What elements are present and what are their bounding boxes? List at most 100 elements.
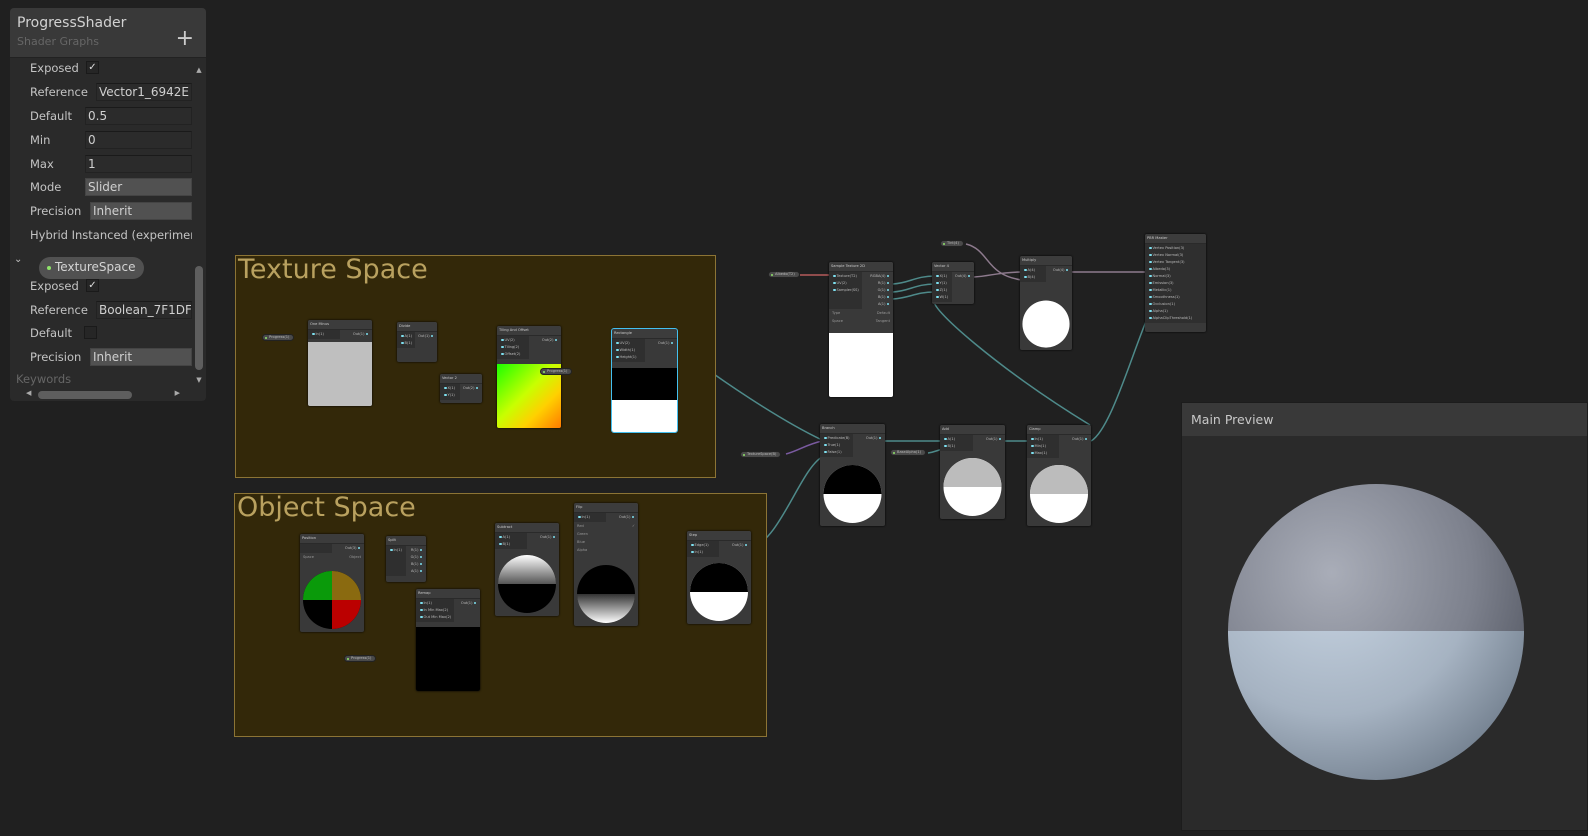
port-dot-icon[interactable] xyxy=(616,348,619,351)
input-port[interactable]: Occlusion(1) xyxy=(1145,301,1206,308)
port-dot-icon[interactable] xyxy=(444,386,447,389)
input-port[interactable]: In(1) xyxy=(308,331,340,338)
input-port[interactable]: A(1) xyxy=(397,333,415,340)
port-dot-icon[interactable] xyxy=(365,332,368,335)
reference-field[interactable]: Boolean_7F1DF xyxy=(96,301,192,319)
node-branch[interactable]: Branch Predicate(B) True(1) False(1) Out(1) xyxy=(820,424,885,526)
input-port[interactable]: B(1) xyxy=(940,443,973,450)
port-dot-icon[interactable] xyxy=(420,608,423,611)
property-node[interactable]: Progress(1) xyxy=(344,655,377,662)
option-value[interactable]: Tangent xyxy=(876,318,890,324)
port-dot-icon[interactable] xyxy=(833,274,836,277)
reference-field[interactable]: Vector1_6942E xyxy=(96,83,192,101)
input-port[interactable]: Metallic(1) xyxy=(1145,287,1206,294)
node-vector2[interactable]: Vector 2 X(1) Y(1) Out(2) xyxy=(440,374,482,403)
port-dot-icon[interactable] xyxy=(1149,260,1152,263)
input-port[interactable]: Albedo(3) xyxy=(1145,266,1206,273)
hybrid-instanced-toggle[interactable]: Hybrid Instanced (experimental) xyxy=(30,225,192,245)
input-port[interactable]: Y(1) xyxy=(440,392,460,399)
port-dot-icon[interactable] xyxy=(401,341,404,344)
port-dot-icon[interactable] xyxy=(886,281,889,284)
output-port[interactable]: Out(1) xyxy=(340,331,372,338)
plus-icon[interactable]: + xyxy=(176,28,194,50)
node-option[interactable]: Space Tangent xyxy=(829,317,893,325)
port-dot-icon[interactable] xyxy=(430,334,434,337)
input-port[interactable]: A(1) xyxy=(495,534,527,541)
node-option[interactable]: Space Object xyxy=(300,553,364,561)
port-dot-icon[interactable] xyxy=(824,436,827,439)
port-dot-icon[interactable] xyxy=(691,550,694,553)
input-port[interactable]: Vertex Tangent(3) xyxy=(1145,259,1206,266)
port-dot-icon[interactable] xyxy=(1149,246,1152,249)
node-sample[interactable]: Sample Texture 2D Texture(T2) UV(2) Sampler… xyxy=(829,262,893,397)
port-dot-icon[interactable] xyxy=(401,334,404,337)
output-port[interactable]: Out(2) xyxy=(529,337,561,344)
port-dot-icon[interactable] xyxy=(357,546,360,549)
port-dot-icon[interactable] xyxy=(1149,274,1152,277)
output-port[interactable]: Out(4) xyxy=(952,273,974,280)
node-oneminus[interactable]: One Minus In(1) Out(1) xyxy=(308,320,372,406)
node-flip[interactable]: Flip In(1) Out(1) Red ✓ Green Blue Alpha xyxy=(574,503,638,626)
port-dot-icon[interactable] xyxy=(886,302,889,305)
input-port[interactable]: In Min Max(2) xyxy=(416,607,454,614)
output-port[interactable]: A(1) xyxy=(862,301,893,308)
input-port[interactable]: W(1) xyxy=(932,294,952,301)
input-port[interactable]: In(1) xyxy=(1027,436,1059,443)
port-dot-icon[interactable] xyxy=(578,515,581,518)
node-option[interactable]: Green xyxy=(574,530,638,538)
input-port[interactable]: False(1) xyxy=(820,449,853,456)
scroll-right-icon[interactable]: ▶ xyxy=(175,389,180,397)
input-port[interactable]: Sampler(SS) xyxy=(829,287,862,294)
port-dot-icon[interactable] xyxy=(967,274,970,277)
input-port[interactable]: Y(1) xyxy=(932,280,952,287)
input-port[interactable]: Emission(3) xyxy=(1145,280,1206,287)
port-dot-icon[interactable] xyxy=(886,288,889,291)
node-position[interactable]: Position Out(3) Space Object xyxy=(300,534,364,632)
output-port[interactable]: B(1) xyxy=(862,294,893,301)
output-port[interactable]: Out(1) xyxy=(1059,436,1091,443)
port-dot-icon[interactable] xyxy=(552,535,555,538)
input-port[interactable]: AlphaClipThreshold(1) xyxy=(1145,315,1206,322)
input-port[interactable]: A(1) xyxy=(940,436,973,443)
output-port[interactable]: Out(1) xyxy=(415,333,437,340)
port-dot-icon[interactable] xyxy=(878,436,881,439)
port-dot-icon[interactable] xyxy=(1065,268,1068,271)
port-dot-icon[interactable] xyxy=(1149,309,1152,312)
output-port[interactable]: R(1) xyxy=(406,547,426,554)
port-dot-icon[interactable] xyxy=(833,288,836,291)
port-dot-icon[interactable] xyxy=(444,393,447,396)
node-vector4[interactable]: Vector 4 X(1) Y(1) Z(1) W(1) Out(4) xyxy=(932,262,974,304)
port-dot-icon[interactable] xyxy=(616,341,619,344)
preview-sphere[interactable] xyxy=(1182,436,1588,832)
input-port[interactable]: Tiling(2) xyxy=(497,344,529,351)
port-dot-icon[interactable] xyxy=(833,281,836,284)
output-port[interactable]: Out(1) xyxy=(527,534,559,541)
min-field[interactable]: 0 xyxy=(85,131,192,149)
node-step[interactable]: Step Edge(1) In(1) Out(1) xyxy=(687,531,751,624)
port-dot-icon[interactable] xyxy=(1031,444,1034,447)
node-subtract[interactable]: Subtract A(1) B(1) Out(1) xyxy=(495,523,559,616)
port-dot-icon[interactable] xyxy=(312,332,315,335)
node-pbr[interactable]: PBR Master Vertex Position(3) Vertex Norma… xyxy=(1145,234,1206,332)
property-node[interactable]: Albedo(T2) xyxy=(768,271,800,278)
input-port[interactable]: Min(1) xyxy=(1027,443,1059,450)
port-dot-icon[interactable] xyxy=(420,601,423,604)
exposed-checkbox[interactable]: ✓ xyxy=(86,279,99,292)
port-dot-icon[interactable] xyxy=(1084,437,1087,440)
port-dot-icon[interactable] xyxy=(1024,268,1027,271)
port-dot-icon[interactable] xyxy=(998,437,1001,440)
scroll-thumb[interactable] xyxy=(195,266,203,370)
property-node[interactable]: TextureSpace(B) xyxy=(740,451,782,458)
input-port[interactable]: Edge(1) xyxy=(687,542,719,549)
port-dot-icon[interactable] xyxy=(499,535,502,538)
input-port[interactable]: B(1) xyxy=(495,541,527,548)
output-port[interactable]: Out(4) xyxy=(1046,267,1072,274)
input-port[interactable]: In(1) xyxy=(386,547,406,554)
node-option[interactable]: Red ✓ xyxy=(574,522,638,530)
input-port[interactable]: A(4) xyxy=(1020,267,1046,274)
input-port[interactable]: X(1) xyxy=(440,385,460,392)
input-port[interactable]: In(1) xyxy=(574,514,606,521)
output-port[interactable]: B(1) xyxy=(406,561,426,568)
input-port[interactable]: B(4) xyxy=(1020,274,1046,281)
node-split[interactable]: Split In(1) R(1) G(1) B(1) A(1) xyxy=(386,536,426,582)
